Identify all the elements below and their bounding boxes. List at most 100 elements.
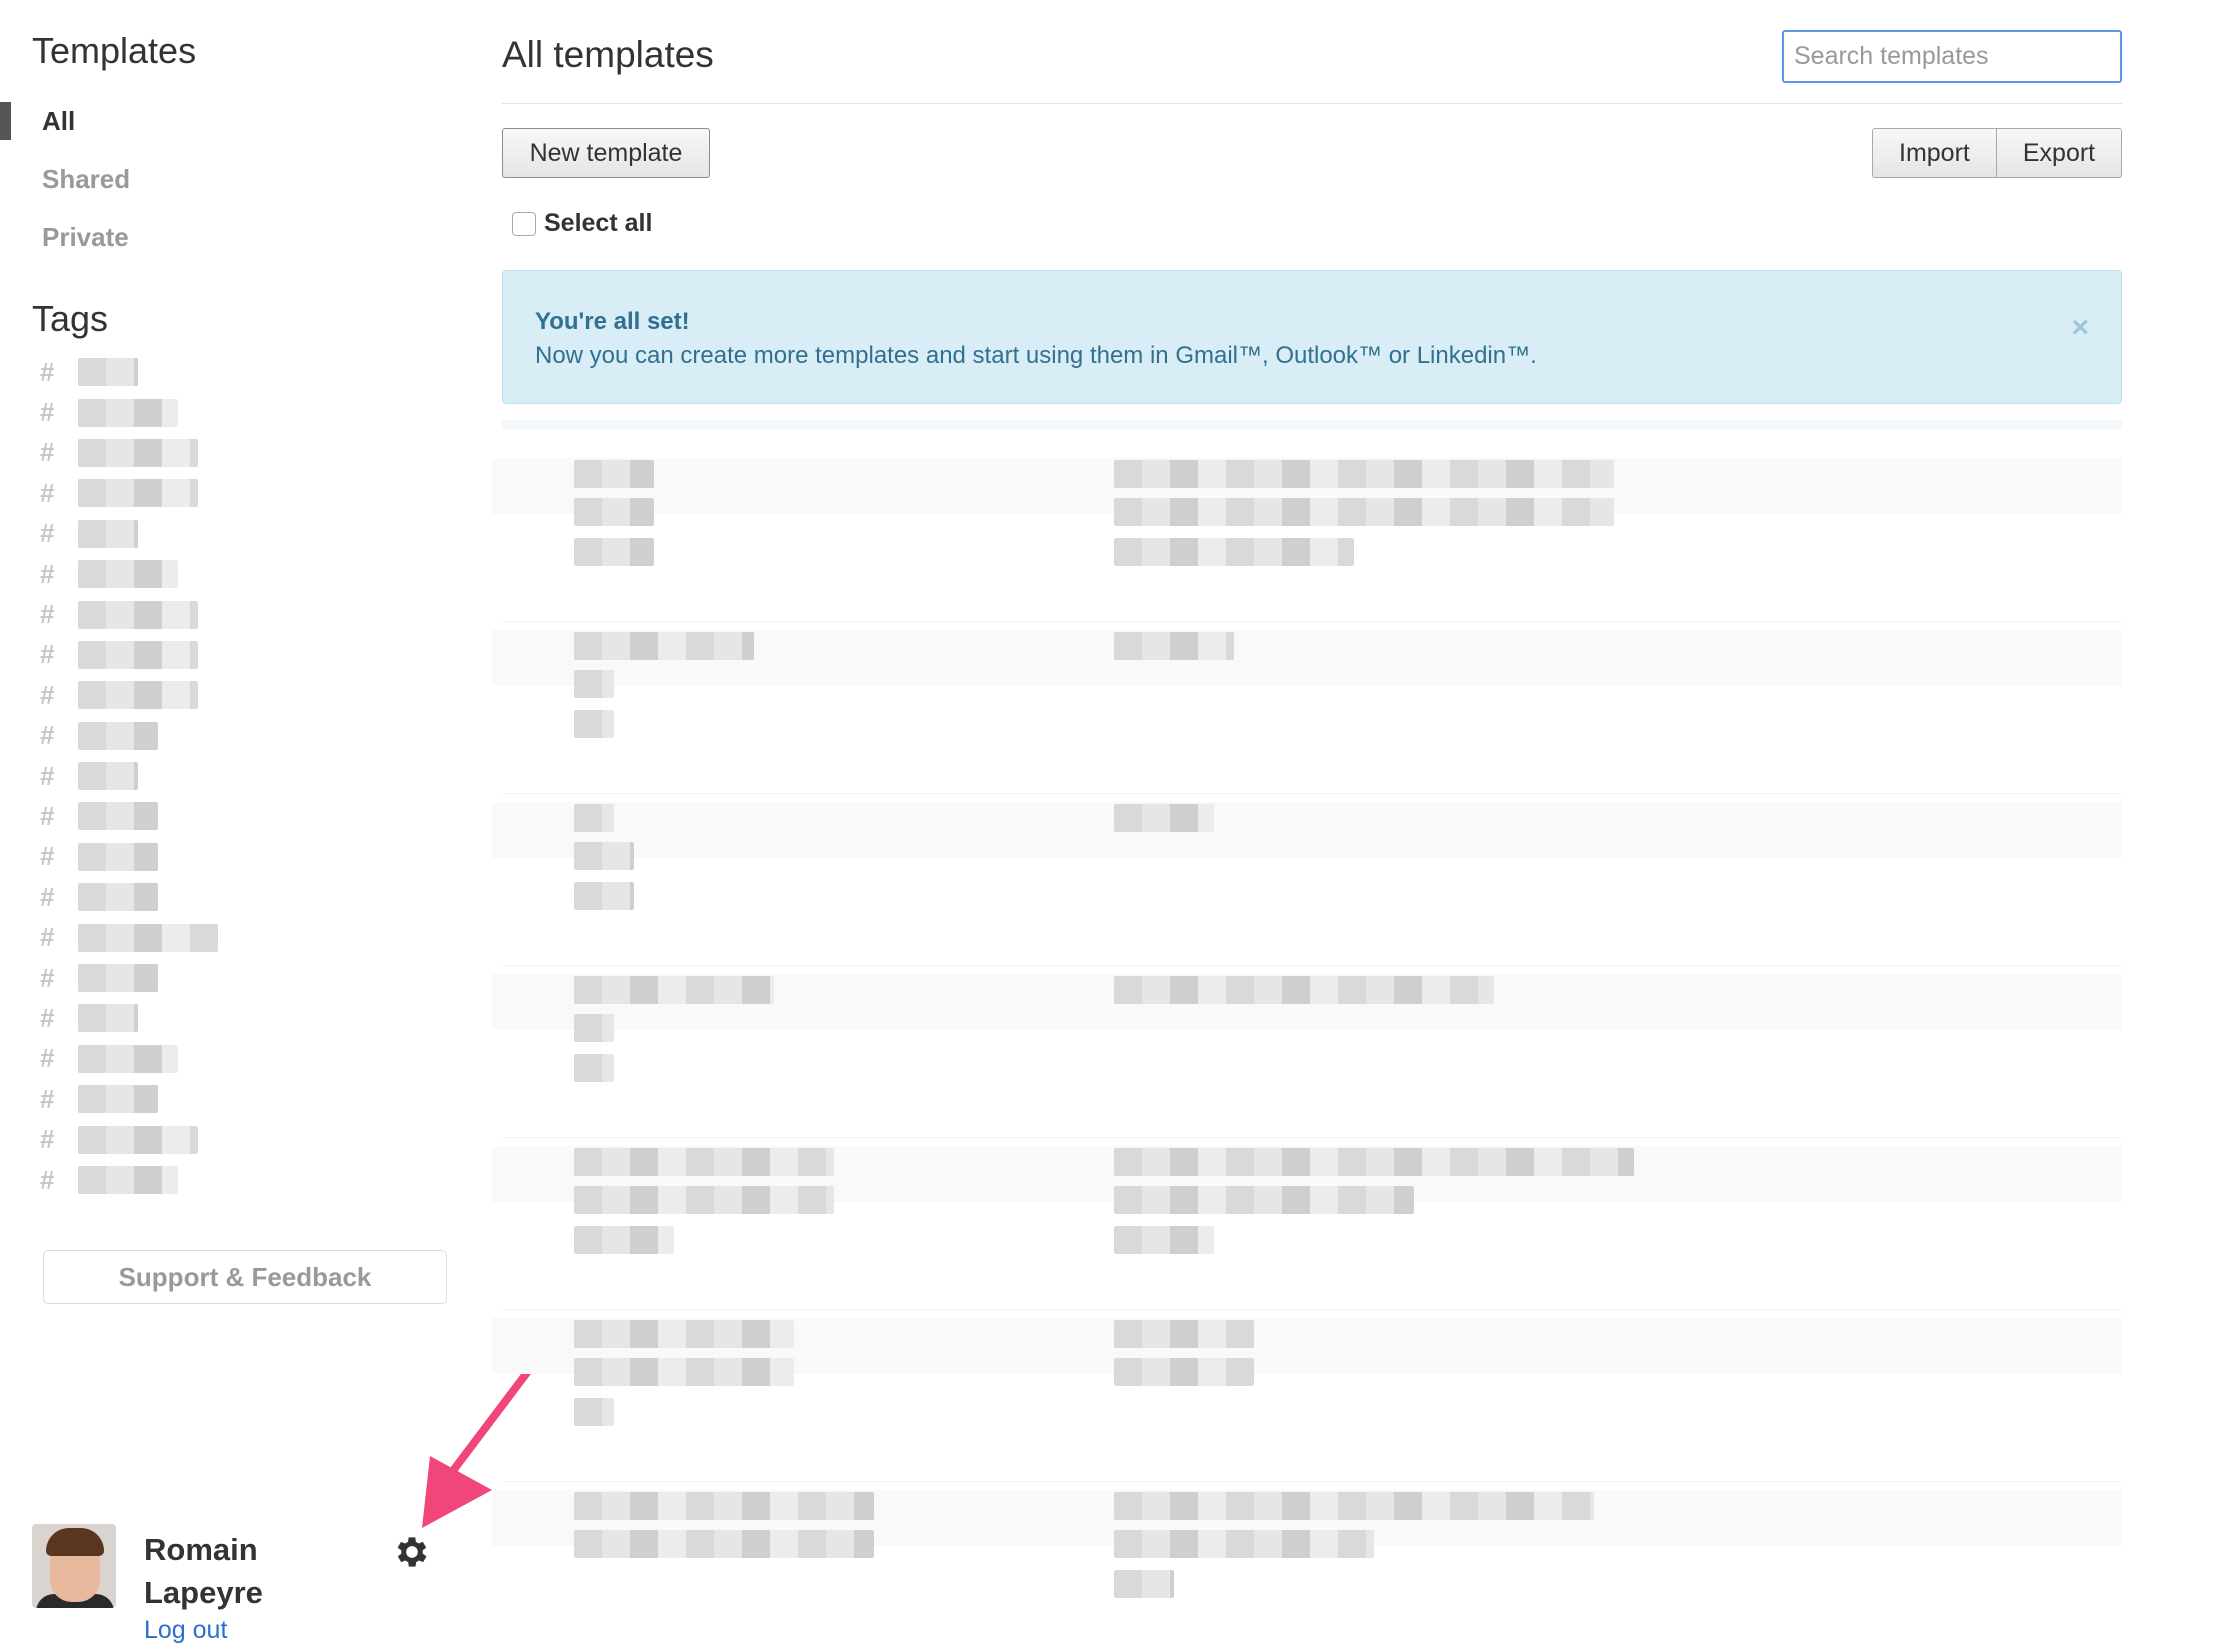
support-feedback-button[interactable]: Support & Feedback [43, 1250, 447, 1304]
template-title-redacted [574, 1320, 794, 1348]
close-icon[interactable]: × [2071, 311, 2089, 345]
tag-item[interactable]: # [40, 352, 300, 392]
template-body-redacted [1114, 804, 1214, 832]
template-title-redacted [574, 1186, 834, 1214]
sidebar-nav: All Shared Private [0, 100, 460, 274]
template-title-redacted [574, 632, 754, 660]
tag-item[interactable]: # [40, 675, 300, 715]
hash-icon: # [40, 881, 55, 912]
template-row[interactable] [492, 1482, 2122, 1646]
hash-icon: # [40, 639, 55, 670]
template-title-redacted [574, 538, 654, 566]
tag-item[interactable]: # [40, 514, 300, 554]
hash-icon: # [40, 1164, 55, 1195]
tag-item[interactable]: # [40, 1160, 300, 1200]
tag-item[interactable]: # [40, 635, 300, 675]
tag-item[interactable]: # [40, 433, 300, 473]
alert-title: You're all set! [535, 308, 690, 335]
tag-label-redacted [78, 842, 158, 871]
hash-icon: # [40, 1043, 55, 1074]
template-body-redacted [1114, 1320, 1254, 1348]
hash-icon: # [40, 679, 55, 710]
template-body-redacted [1114, 976, 1494, 1004]
template-title-redacted [574, 1398, 614, 1426]
tag-label-redacted [78, 600, 198, 629]
hash-icon: # [40, 760, 55, 791]
tag-item[interactable]: # [40, 594, 300, 634]
tag-item[interactable]: # [40, 1039, 300, 1079]
new-template-button[interactable]: New template [502, 128, 710, 178]
template-row[interactable] [492, 450, 2122, 622]
tags-list: # # # # # # # # # # # # # # # # # # # # … [40, 352, 300, 1200]
template-body-redacted [1114, 1570, 1174, 1598]
hash-icon: # [40, 800, 55, 831]
select-all-checkbox[interactable] [512, 211, 536, 236]
template-row[interactable] [492, 1138, 2122, 1310]
template-title-redacted [574, 1530, 874, 1558]
export-button[interactable]: Export [1996, 128, 2123, 178]
tag-label-redacted [78, 1125, 198, 1154]
hash-icon: # [40, 477, 55, 508]
sidebar-item-shared[interactable]: Shared [0, 158, 460, 216]
tag-label-redacted [78, 762, 138, 791]
template-row[interactable] [492, 794, 2122, 966]
template-row[interactable] [492, 622, 2122, 794]
tag-item[interactable]: # [40, 554, 300, 594]
tag-label-redacted [78, 923, 218, 952]
user-panel: Romain Lapeyre Log out [32, 1524, 452, 1644]
user-name: Romain Lapeyre [144, 1532, 263, 1610]
hash-icon: # [40, 962, 55, 993]
tag-item[interactable]: # [40, 998, 300, 1038]
import-export-group: Import Export [1872, 128, 2123, 178]
tag-item[interactable]: # [40, 473, 300, 513]
template-title-redacted [574, 670, 614, 698]
template-body-redacted [1114, 1226, 1214, 1254]
template-body-redacted [1114, 1148, 1634, 1176]
tags-title: Tags [32, 298, 109, 339]
page-title: All templates [502, 34, 714, 75]
tag-label-redacted [78, 1004, 138, 1033]
hash-icon: # [40, 437, 55, 468]
tag-label-redacted [78, 883, 158, 912]
tag-item[interactable]: # [40, 958, 300, 998]
template-body-redacted [1114, 538, 1354, 566]
tag-item[interactable]: # [40, 392, 300, 432]
tag-label-redacted [78, 721, 158, 750]
tag-label-redacted [78, 358, 138, 387]
tag-item[interactable]: # [40, 1119, 300, 1159]
hash-icon: # [40, 720, 55, 751]
hash-icon: # [40, 922, 55, 953]
tag-item[interactable]: # [40, 716, 300, 756]
template-row[interactable] [492, 966, 2122, 1138]
template-row[interactable] [492, 1310, 2122, 1482]
template-body-redacted [1114, 1492, 1594, 1520]
success-alert: You're all set! Now you can create more … [502, 270, 2122, 404]
sidebar-item-all[interactable]: All [0, 100, 460, 158]
tag-label-redacted [78, 560, 178, 589]
select-all[interactable]: Select all [512, 209, 652, 238]
tag-item[interactable]: # [40, 877, 300, 917]
tag-item[interactable]: # [40, 837, 300, 877]
template-body-redacted [1114, 498, 1614, 526]
tag-item[interactable]: # [40, 917, 300, 957]
tag-label-redacted [78, 479, 198, 508]
import-button[interactable]: Import [1872, 128, 1997, 178]
sidebar: Templates All Shared Private Tags # # # … [0, 0, 542, 1646]
tag-label-redacted [78, 640, 198, 669]
alert-divider [502, 420, 2122, 430]
tag-item[interactable]: # [40, 1079, 300, 1119]
tag-label-redacted [78, 438, 198, 467]
sidebar-item-private[interactable]: Private [0, 216, 460, 274]
template-title-redacted [574, 842, 634, 870]
tag-label-redacted [78, 398, 178, 427]
tag-label-redacted [78, 519, 138, 548]
search-input[interactable] [1782, 30, 2122, 83]
template-title-redacted [574, 1054, 614, 1082]
tag-label-redacted [78, 1085, 158, 1114]
logout-link[interactable]: Log out [144, 1616, 227, 1645]
tag-item[interactable]: # [40, 796, 300, 836]
template-title-redacted [574, 498, 654, 526]
tag-label-redacted [78, 964, 158, 993]
tag-item[interactable]: # [40, 756, 300, 796]
tag-label-redacted [78, 1166, 178, 1194]
